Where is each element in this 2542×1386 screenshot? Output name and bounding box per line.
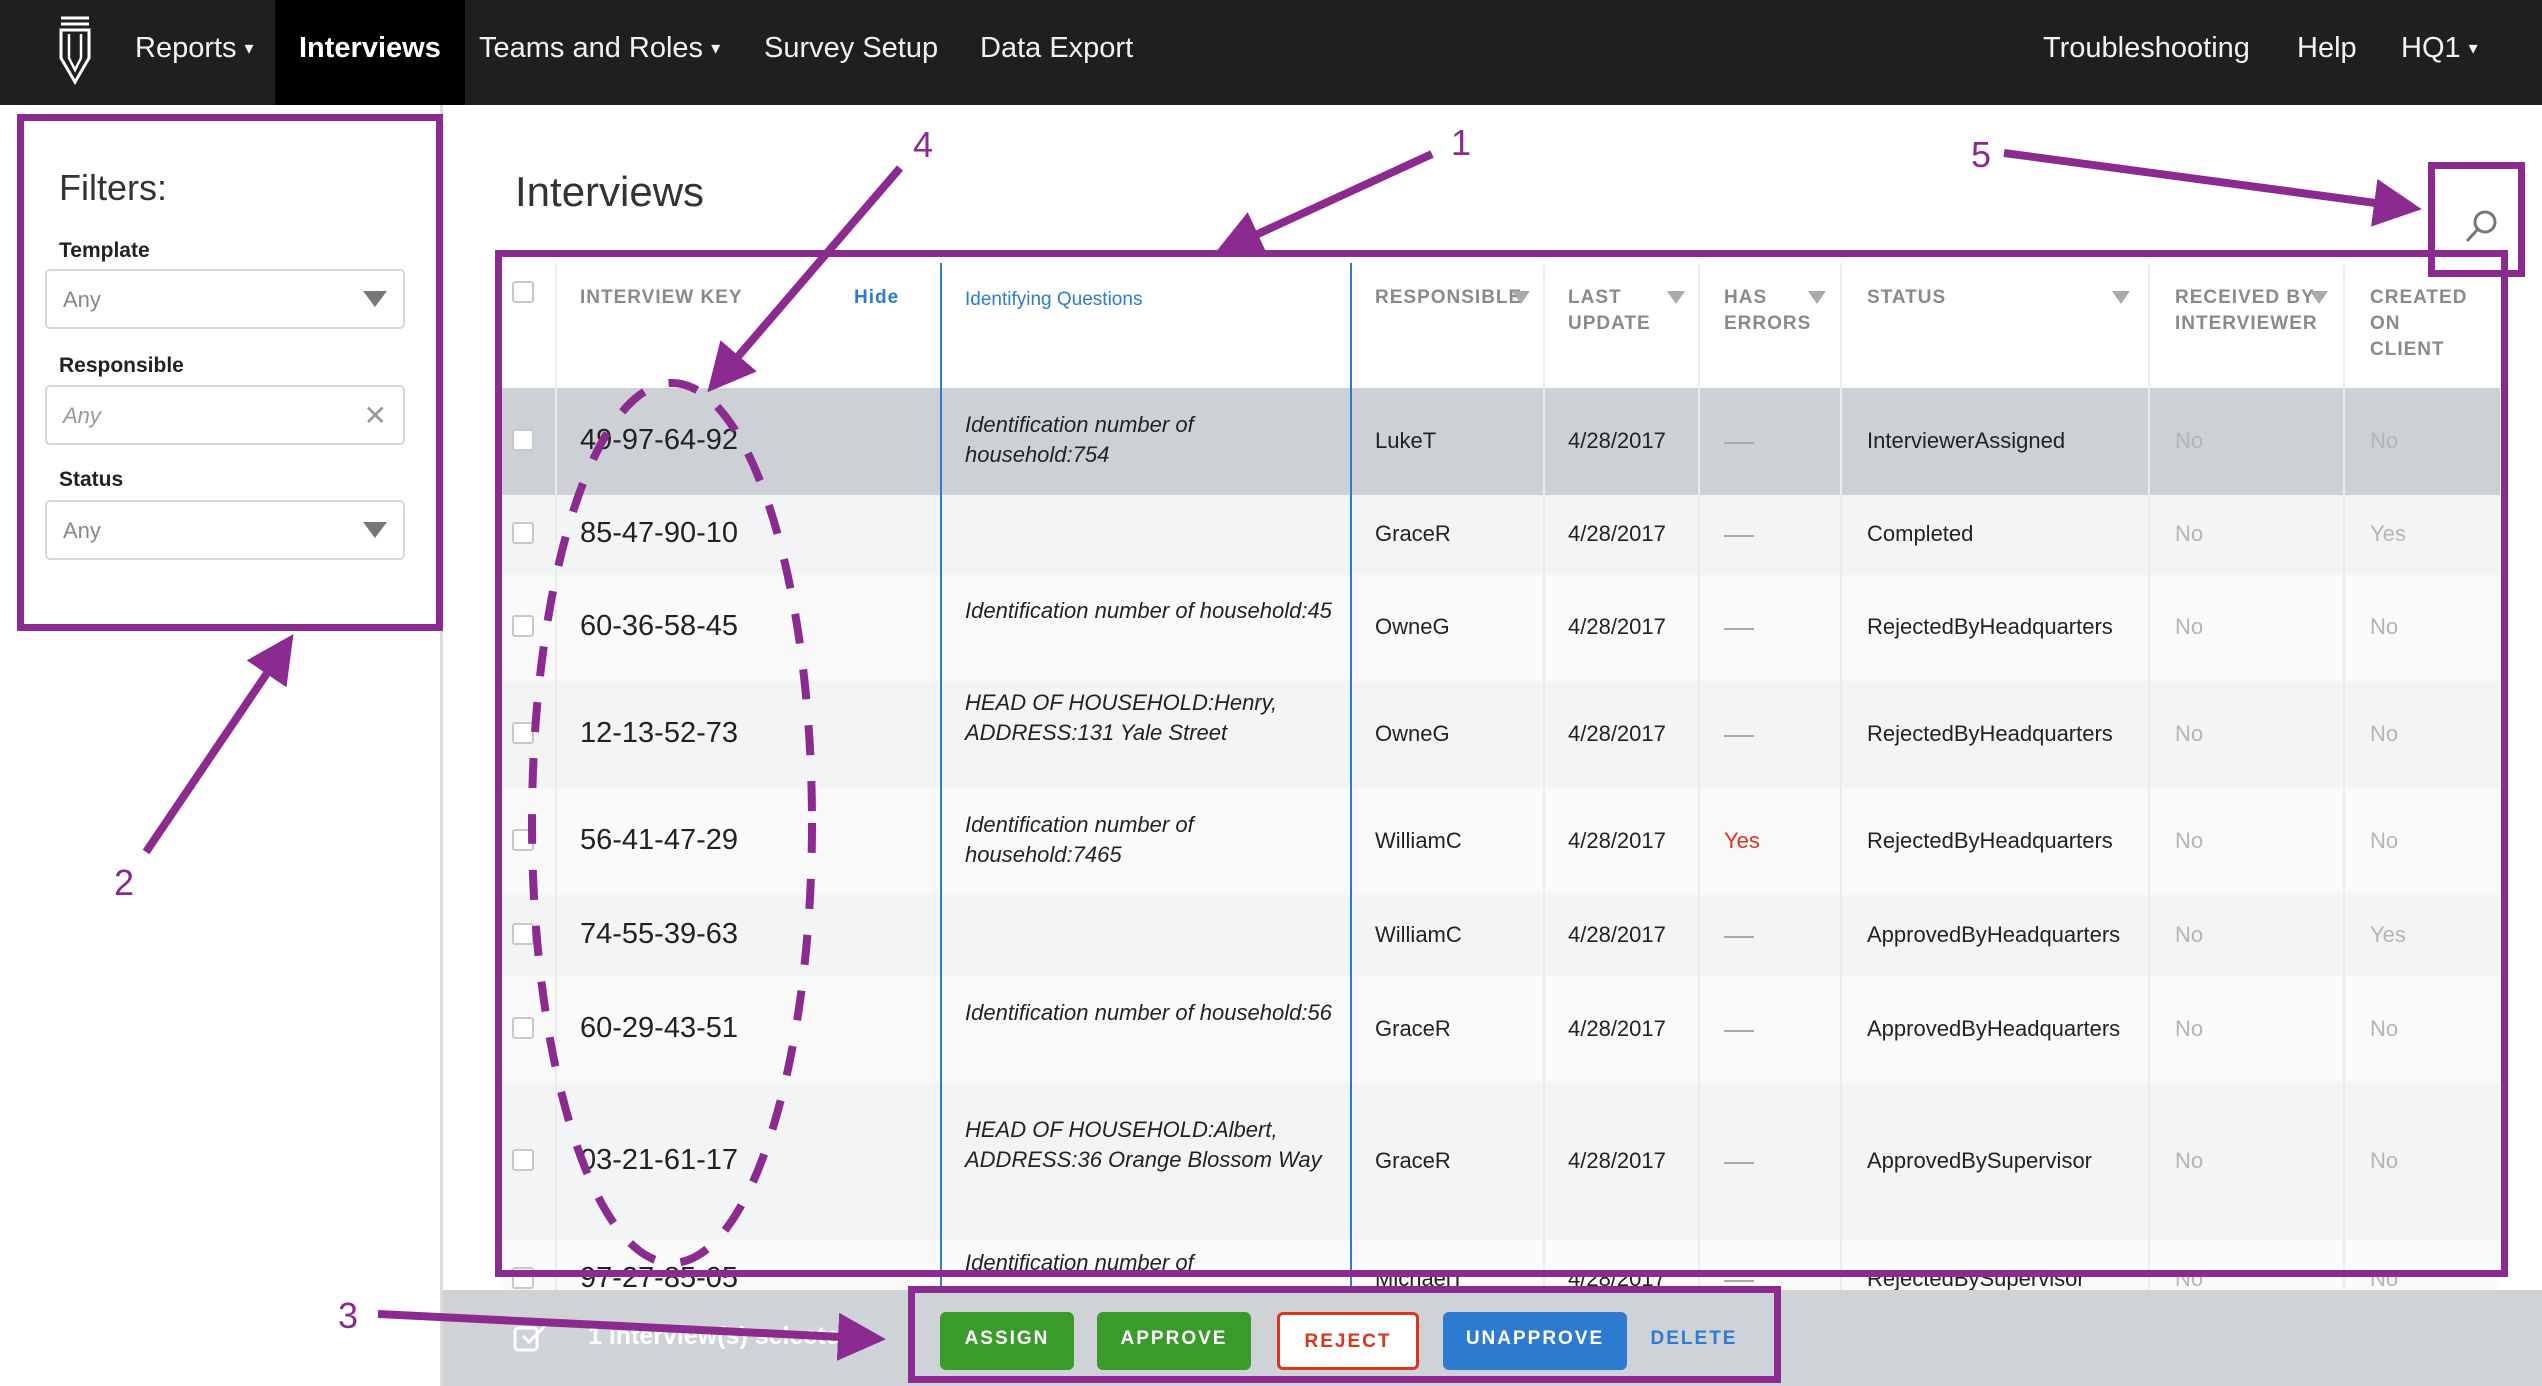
annotation-arrows (142, 149, 2422, 1361)
